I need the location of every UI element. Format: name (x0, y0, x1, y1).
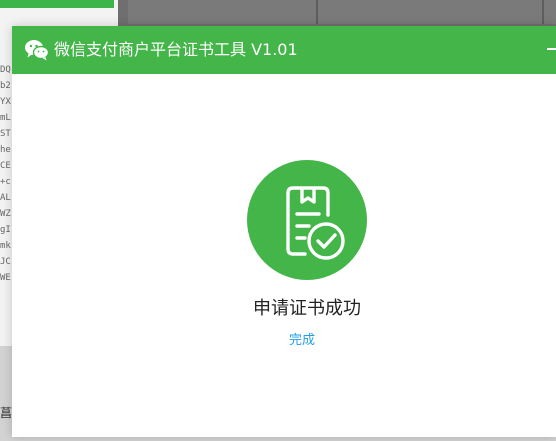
background-green-strip (0, 0, 114, 8)
background-toolbar (128, 0, 556, 24)
certificate-check-icon (247, 160, 367, 280)
success-message: 申请证书成功 (253, 298, 361, 319)
wechat-logo-icon (25, 40, 50, 61)
background-bottom-label: 菖 (0, 406, 12, 420)
title-bar[interactable]: 微信支付商户平台证书工具 V1.01 (12, 26, 556, 74)
window-title: 微信支付商户平台证书工具 V1.01 (54, 40, 298, 59)
certificate-tool-window: 微信支付商户平台证书工具 V1.01 申请证书成功 完成 (12, 26, 556, 437)
done-link[interactable]: 完成 (12, 329, 556, 348)
minimize-button[interactable] (546, 34, 556, 64)
minimize-icon (547, 48, 556, 50)
